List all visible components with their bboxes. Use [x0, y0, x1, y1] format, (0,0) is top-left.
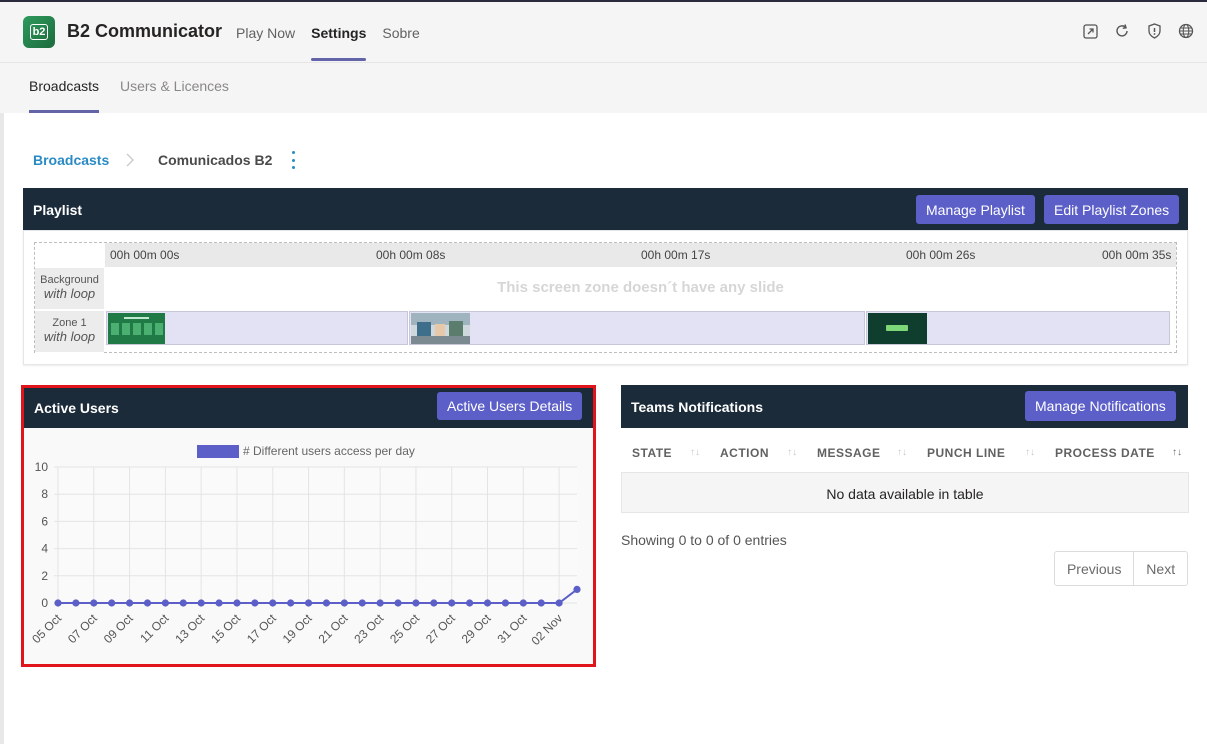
playlist-slide[interactable] — [409, 311, 865, 345]
sort-icon[interactable]: ↑↓ — [1025, 447, 1035, 458]
slide-thumbnail — [411, 313, 470, 344]
manage-playlist-button[interactable]: Manage Playlist — [916, 195, 1035, 224]
globe-icon[interactable] — [1177, 22, 1195, 40]
timeline-time: 00h 00m 08s — [376, 248, 446, 262]
timeline-time: 00h 00m 26s — [906, 248, 976, 262]
edit-playlist-zones-button[interactable]: Edit Playlist Zones — [1044, 195, 1180, 224]
shield-icon[interactable] — [1145, 22, 1163, 40]
app-title: B2 Communicator — [67, 21, 223, 41]
app-logo-text: b2 — [29, 24, 49, 40]
left-border — [0, 113, 4, 744]
highlight-frame — [21, 385, 596, 667]
sort-icon[interactable]: ↑↓ — [690, 447, 700, 458]
teams-notifications-title: Teams Notifications — [631, 399, 763, 415]
zone-label-zone1[interactable]: Zone 1 with loop — [35, 311, 104, 353]
app-header: b2 B2 Communicator Play Now Settings Sob… — [0, 0, 1207, 62]
manage-notifications-button[interactable]: Manage Notifications — [1025, 391, 1176, 421]
pagination: Previous Next — [1054, 551, 1188, 586]
sort-icon[interactable]: ↑↓ — [897, 447, 907, 458]
top-nav: Play Now Settings Sobre — [236, 2, 436, 62]
zone-name: Background — [40, 274, 99, 286]
column-header-state[interactable]: STATE — [632, 446, 672, 460]
playlist-slide[interactable] — [106, 311, 408, 345]
popout-icon[interactable] — [1081, 22, 1099, 40]
slide-thumbnail — [108, 313, 165, 344]
sort-icon[interactable]: ↑↓ — [787, 447, 797, 458]
slide-thumbnail — [868, 313, 927, 344]
column-header-message[interactable]: MESSAGE — [817, 446, 881, 460]
sub-nav: Broadcasts Users & Licences — [0, 62, 1207, 113]
breadcrumb-broadcasts[interactable]: Broadcasts — [33, 152, 109, 168]
zone-mode: with loop — [43, 286, 96, 301]
next-page-button[interactable]: Next — [1134, 552, 1187, 585]
sort-icon[interactable]: ↑↓ — [1172, 447, 1182, 458]
column-header-action[interactable]: ACTION — [720, 446, 769, 460]
breadcrumb-current: Comunicados B2 — [158, 152, 273, 168]
empty-zone-message: This screen zone doesn´t have any slide — [497, 279, 784, 296]
column-header-process-date[interactable]: PROCESS DATE — [1055, 446, 1155, 460]
more-options-icon[interactable] — [290, 151, 296, 169]
table-info: Showing 0 to 0 of 0 entries — [621, 532, 787, 548]
zone-name: Zone 1 — [52, 317, 87, 329]
zone-mode: with loop — [43, 329, 96, 344]
timeline-time: 00h 00m 17s — [641, 248, 711, 262]
timeline-time: 00h 00m 35s — [1102, 248, 1172, 262]
chevron-right-icon — [124, 152, 136, 168]
column-header-punch-line[interactable]: PUNCH LINE — [927, 446, 1005, 460]
top-icons — [1081, 22, 1195, 40]
tab-play-now[interactable]: Play Now — [236, 2, 295, 62]
playlist-slide[interactable] — [866, 311, 1170, 345]
subtab-broadcasts[interactable]: Broadcasts — [29, 78, 100, 113]
subtab-users-licences[interactable]: Users & Licences — [120, 78, 229, 94]
previous-page-button[interactable]: Previous — [1055, 552, 1135, 585]
refresh-icon[interactable] — [1113, 22, 1131, 40]
empty-table-message: No data available in table — [621, 472, 1189, 513]
app-logo: b2 — [23, 16, 55, 48]
timeline-time: 00h 00m 00s — [110, 248, 180, 262]
playlist-title: Playlist — [33, 202, 83, 218]
tab-sobre[interactable]: Sobre — [382, 2, 419, 62]
tab-settings[interactable]: Settings — [311, 2, 367, 62]
zone-label-background[interactable]: Background with loop — [35, 268, 104, 310]
